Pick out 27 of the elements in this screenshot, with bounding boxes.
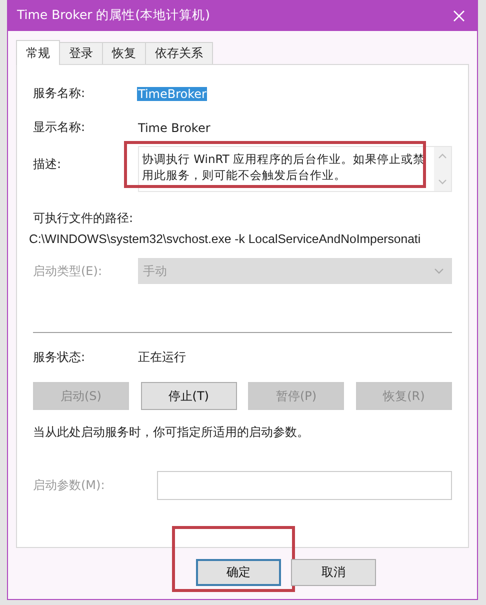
field-label: 服务状态: [33,349,86,366]
display-name-value: Time Broker [138,120,210,134]
close-icon[interactable] [453,10,465,22]
scroll-bar[interactable] [434,147,451,191]
dropdown-caret-icon [434,268,444,274]
field-label: 可执行文件的路径: [33,210,134,227]
service-name-value: TimeBroker [137,86,208,100]
field-label: 服务名称: [33,85,86,102]
dialog-button[interactable]: 取消 [291,559,376,586]
hint-text: 当从此处启动服务时，你可指定所适用的启动参数。 [33,424,310,441]
tab[interactable]: 常规 [16,40,60,65]
field-label: 描述: [33,156,62,173]
tab[interactable]: 登录 [59,42,103,64]
status-value: 正在运行 [138,349,186,366]
scroll-down-icon[interactable] [438,179,447,185]
service-button[interactable]: 停止(T) [140,382,237,410]
scroll-up-icon[interactable] [438,153,447,159]
description-text: 协调执行 WinRT 应用程序的后台作业。如果停止或禁用此服务，则可能不会触发后台作业。 [141,151,426,184]
description-box[interactable]: 协调执行 WinRT 应用程序的后台作业。如果停止或禁用此服务，则可能不会触发后台作业。 [138,146,452,192]
field-label: 启动参数(M): [33,477,106,494]
tab[interactable]: 恢复 [102,42,146,64]
dialog-button[interactable]: 确定 [196,559,281,586]
field-label: 显示名称: [33,119,86,136]
window-title: Time Broker 的属性(本地计算机) [17,7,210,24]
tab[interactable]: 依存关系 [145,42,213,64]
path-text: C:\WINDOWS\system32\svchost.exe -k LocalServiceAndNoImpersonati [29,232,422,246]
field-label: 启动类型(E): [33,262,103,280]
